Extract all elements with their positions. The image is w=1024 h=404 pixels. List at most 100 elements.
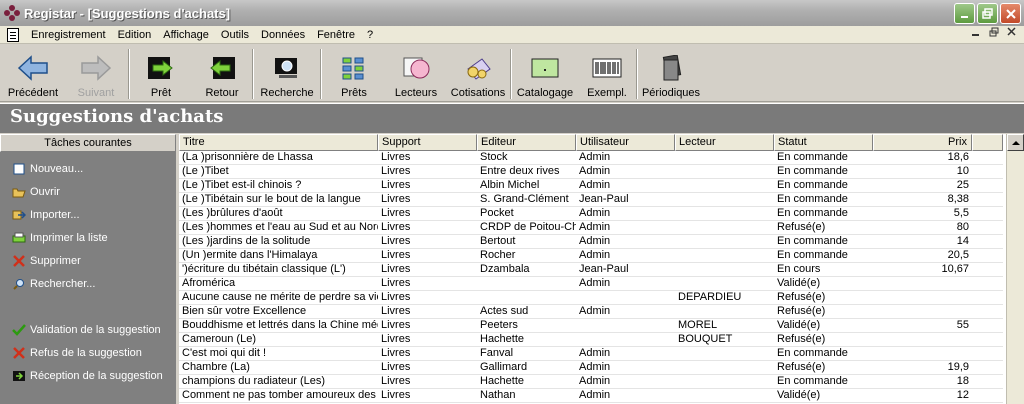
cell-titre: C'est moi qui dit ! xyxy=(182,347,267,359)
task-refus[interactable]: Refus de la suggestion xyxy=(12,346,142,360)
task-nouveau[interactable]: Nouveau... xyxy=(12,162,83,176)
mdi-minimize-button[interactable] xyxy=(968,27,984,41)
menu-affichage[interactable]: Affichage xyxy=(157,26,215,44)
cell-support: Livres xyxy=(381,263,411,275)
table-body: (La )prisonnière de Lhassa Livres Stock Adm… xyxy=(179,151,1003,403)
retour-button[interactable]: Retour xyxy=(192,45,252,102)
table-row[interactable]: (Le )Tibétain sur le bout de la langue Li… xyxy=(179,193,1003,207)
cell-utilisateur: Admin xyxy=(579,361,611,373)
table-row[interactable]: (Les )jardins de la solitude Livres Bertou… xyxy=(179,235,1003,249)
table-row[interactable]: C'est moi qui dit ! Livres Fanval Admin En c… xyxy=(179,347,1003,361)
table-header: Titre Support Editeur Utilisateur Lecteu… xyxy=(179,134,1003,151)
cell-statut: En commande xyxy=(777,249,848,261)
table-row[interactable]: Aucune cause ne mérite de perdre sa vie L… xyxy=(179,291,1003,305)
table-row[interactable]: Bouddhisme et lettrés dans la Chine médi… xyxy=(179,319,1003,333)
cell-support: Livres xyxy=(381,165,411,177)
task-validation[interactable]: Validation de la suggestion xyxy=(12,323,161,337)
menu-fenetre[interactable]: Fenêtre xyxy=(311,26,361,44)
table-row[interactable]: (Le )Tibet est-il chinois ? Livres Albin M… xyxy=(179,179,1003,193)
cell-prix: 19,9 xyxy=(947,361,969,373)
column-header-prix[interactable]: Prix xyxy=(873,134,972,151)
cell-editeur: Hachette xyxy=(480,375,525,387)
minimize-button[interactable] xyxy=(954,3,975,24)
precedent-button[interactable]: Précédent xyxy=(2,45,64,102)
checkmark-icon xyxy=(12,323,26,337)
cell-editeur: Gallimard xyxy=(480,361,528,373)
scroll-up-arrow-icon[interactable] xyxy=(1007,134,1024,151)
cell-prix: 12 xyxy=(956,389,969,401)
task-rechercher[interactable]: Rechercher... xyxy=(12,277,95,291)
exempl-button[interactable]: Exempl. xyxy=(578,45,636,102)
cell-support: Livres xyxy=(381,277,411,289)
cell-support: Livres xyxy=(381,291,411,303)
table-row[interactable]: (Les )hommes et l'eau au Sud et au Nord L… xyxy=(179,221,1003,235)
coins-icon xyxy=(461,53,495,83)
title-bar: Registar - [Suggestions d'achats] xyxy=(0,0,1024,26)
cell-support: Livres xyxy=(381,389,411,401)
registar-app-icon[interactable] xyxy=(4,5,20,21)
cell-editeur: Stock xyxy=(480,151,508,163)
column-header-utilisateur[interactable]: Utilisateur xyxy=(576,134,675,151)
column-header-titre[interactable]: Titre xyxy=(179,134,378,151)
lecteurs-button[interactable]: Lecteurs xyxy=(386,45,446,102)
table-row[interactable]: champions du radiateur (Les) Livres Hachet… xyxy=(179,375,1003,389)
column-header-statut[interactable]: Statut xyxy=(774,134,873,151)
cell-titre: (Les )brûlures d'août xyxy=(182,207,283,219)
table-row[interactable]: Chambre (La) Livres Gallimard Admin Refusé(e… xyxy=(179,361,1003,375)
column-header-editeur[interactable]: Editeur xyxy=(477,134,576,151)
cell-prix: 18 xyxy=(956,375,969,387)
cell-prix: 5,5 xyxy=(953,207,969,219)
table-row[interactable]: (La )prisonnière de Lhassa Livres Stock Adm… xyxy=(179,151,1003,165)
table-row[interactable]: Afromérica Livres Admin Validé(e) xyxy=(179,277,1003,291)
cell-prix: 18,6 xyxy=(947,151,969,163)
prets-button[interactable]: Prêts xyxy=(322,45,386,102)
cell-support: Livres xyxy=(381,193,411,205)
table-row[interactable]: Comment ne pas tomber amoureux des femme… xyxy=(179,389,1003,403)
menu-donnees[interactable]: Données xyxy=(255,26,311,44)
task-ouvrir[interactable]: Ouvrir xyxy=(12,185,60,199)
table-row[interactable]: Cameroun (Le) Livres Hachette BOUQUET Refusé… xyxy=(179,333,1003,347)
table-row[interactable]: Bien sûr votre Excellence Livres Actes sud… xyxy=(179,305,1003,319)
cell-titre: Bien sûr votre Excellence xyxy=(182,305,307,317)
cell-titre: (Les )hommes et l'eau au Sud et au Nord xyxy=(182,221,378,233)
cotisations-button[interactable]: Cotisations xyxy=(446,45,510,102)
suggestions-table: Titre Support Editeur Utilisateur Lecteu… xyxy=(179,134,1024,404)
task-supprimer[interactable]: Supprimer xyxy=(12,254,81,268)
column-header-lecteur[interactable]: Lecteur xyxy=(675,134,774,151)
menu-enregistrement[interactable]: Enregistrement xyxy=(25,26,112,44)
table-row[interactable]: (Un )ermite dans l'Himalaya Livres Rocher A… xyxy=(179,249,1003,263)
restore-button[interactable] xyxy=(977,3,998,24)
cell-editeur: Bertout xyxy=(480,235,516,247)
menu-edition[interactable]: Edition xyxy=(112,26,158,44)
task-importer[interactable]: Importer... xyxy=(12,208,80,222)
cell-utilisateur xyxy=(576,333,675,346)
recherche-button[interactable]: Recherche xyxy=(254,45,320,102)
table-row[interactable]: (Le )Tibet Livres Entre deux rives Admin En … xyxy=(179,165,1003,179)
cell-support: Livres xyxy=(381,347,411,359)
mdi-restore-button[interactable] xyxy=(986,27,1002,41)
catalogage-button[interactable]: Catalogage xyxy=(512,45,578,102)
task-imprimer[interactable]: Imprimer la liste xyxy=(12,231,108,245)
cell-lecteur xyxy=(675,207,774,220)
document-icon[interactable] xyxy=(7,27,19,42)
cell-utilisateur: Admin xyxy=(579,375,611,387)
menu-help[interactable]: ? xyxy=(361,26,379,44)
cell-utilisateur xyxy=(576,291,675,304)
open-folder-icon xyxy=(12,185,26,199)
cell-statut: En commande xyxy=(777,165,848,177)
cell-prix: 8,38 xyxy=(947,193,969,205)
task-reception[interactable]: Réception de la suggestion xyxy=(12,369,163,383)
suivant-button: Suivant xyxy=(64,45,128,102)
menu-outils[interactable]: Outils xyxy=(215,26,255,44)
periodiques-button[interactable]: Périodiques xyxy=(638,45,704,102)
vertical-scrollbar[interactable] xyxy=(1006,134,1024,404)
cell-statut: En commande xyxy=(777,235,848,247)
column-header-support[interactable]: Support xyxy=(378,134,477,151)
cell-titre: (Un )ermite dans l'Himalaya xyxy=(182,249,318,261)
pret-button[interactable]: Prêt xyxy=(130,45,192,102)
mdi-close-button[interactable] xyxy=(1004,27,1020,41)
table-row[interactable]: ')écriture du tibétain classique (L') Liv… xyxy=(179,263,1003,277)
close-button[interactable] xyxy=(1000,3,1021,24)
cell-prix xyxy=(873,333,972,346)
table-row[interactable]: (Les )brûlures d'août Livres Pocket Admin En… xyxy=(179,207,1003,221)
